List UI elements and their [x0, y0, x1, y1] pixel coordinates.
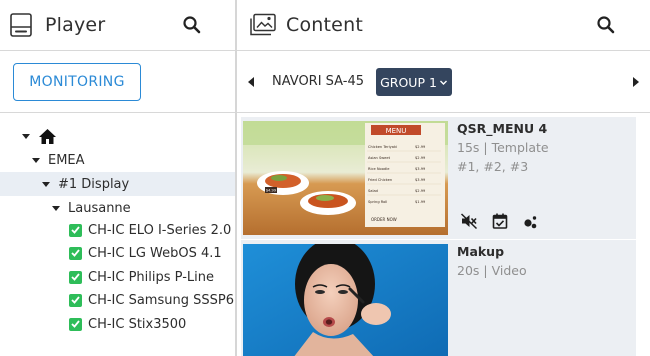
menu-thumbnail-art: MENU Chicken Teriyaki $2.99 Asian Sweet … [243, 121, 448, 235]
tree-label: Lausanne [68, 200, 131, 216]
tree-device[interactable]: CH-IC ELO I-Series 2.0 [0, 218, 235, 242]
content-thumbnail[interactable]: MENU Chicken Teriyaki $2.99 Asian Sweet … [243, 121, 448, 235]
device-label: CH-IC Philips P-Line [88, 269, 214, 285]
caret-down-icon[interactable] [52, 205, 60, 211]
content-card[interactable]: MENU Chicken Teriyaki $2.99 Asian Sweet … [241, 117, 636, 239]
content-tags: #1, #2, #3 [457, 159, 529, 174]
group-bar: NAVORI SA-45 GROUP 1 [237, 51, 650, 113]
mute-icon[interactable] [460, 212, 478, 230]
thumb-price: $1.99 [415, 200, 426, 204]
tree-label: EMEA [48, 152, 85, 168]
thumb-entry: Salad [368, 189, 378, 193]
tree-device[interactable]: CH-IC LG WebOS 4.1 [0, 241, 235, 265]
player-title: Player [45, 14, 106, 36]
check-icon [69, 317, 82, 331]
group-dropdown[interactable]: GROUP 1 [376, 68, 452, 96]
tree-device[interactable]: CH-IC Philips P-Line [0, 265, 235, 289]
thumb-menu-title: MENU [386, 127, 407, 135]
thumb-badge: $4.99 [266, 189, 277, 193]
content-name: QSR_MENU 4 [457, 121, 548, 136]
thumb-entry: Chicken Teriyaki [368, 145, 397, 149]
device-label: CH-IC Stix3500 [88, 316, 187, 332]
thumb-price: $2.99 [415, 145, 426, 149]
tree-node-display[interactable]: #1 Display [0, 172, 235, 196]
content-name: Makup [457, 244, 505, 259]
monitoring-bar: MONITORING [0, 51, 235, 113]
tree-label: #1 Display [58, 176, 130, 192]
thumb-price: $2.99 [415, 189, 426, 193]
check-icon [69, 246, 82, 260]
tree-node-city[interactable]: Lausanne [0, 196, 235, 220]
calendar-check-icon[interactable] [491, 212, 509, 230]
scroll-left-icon[interactable] [248, 77, 254, 87]
device-label: CH-IC Samsung SSSP6 [88, 292, 234, 308]
tree-device[interactable]: CH-IC Samsung SSSP6 [0, 288, 235, 312]
caret-down-icon[interactable] [42, 181, 50, 187]
search-icon[interactable] [182, 15, 202, 35]
chevron-down-icon [439, 80, 447, 85]
tree-node-region[interactable]: EMEA [0, 148, 235, 172]
player-name-tab[interactable]: NAVORI SA-45 [272, 74, 364, 89]
search-icon[interactable] [596, 15, 616, 35]
tree-root[interactable] [0, 124, 235, 148]
group-label: GROUP 1 [380, 74, 437, 90]
thumb-entry: Asian Sweet [368, 156, 391, 160]
caret-down-icon[interactable] [22, 133, 30, 139]
content-meta: 15s | Template [457, 140, 549, 155]
tree-device[interactable]: CH-IC Stix3500 [0, 312, 235, 336]
home-icon [39, 128, 56, 144]
check-icon [69, 223, 82, 237]
player-panel: Player MONITORING EMEA #1 Display Lausan… [0, 0, 235, 356]
image-gallery-icon [250, 13, 276, 36]
content-panel: Content NAVORI SA-45 GROUP 1 MENU Chicke… [237, 0, 650, 356]
content-meta: 20s | Video [457, 263, 527, 278]
player-header: Player [0, 0, 235, 51]
content-title: Content [286, 14, 363, 36]
caret-down-icon[interactable] [32, 157, 40, 163]
thumb-entry: Fried Chicken [368, 178, 392, 182]
thumb-entry: Spring Roll [368, 200, 387, 204]
thumb-entry: Rice Noodle [368, 167, 390, 171]
thumb-footer: ORDER NOW [371, 217, 397, 222]
device-label: CH-IC LG WebOS 4.1 [88, 245, 222, 261]
video-thumbnail-art [243, 244, 448, 356]
device-label: CH-IC ELO I-Series 2.0 [88, 222, 232, 238]
content-thumbnail[interactable] [243, 244, 448, 356]
thumb-price: $3.99 [415, 178, 426, 182]
content-header: Content [237, 0, 650, 51]
monitoring-button[interactable]: MONITORING [13, 63, 141, 101]
scroll-right-icon[interactable] [633, 77, 639, 87]
check-icon [69, 293, 82, 307]
thumb-price: $2.99 [415, 156, 426, 160]
player-device-icon [10, 13, 32, 37]
bubbles-icon[interactable] [522, 212, 540, 230]
thumb-price: $3.99 [415, 167, 426, 171]
check-icon [69, 270, 82, 284]
content-card[interactable]: Makup 20s | Video [241, 240, 636, 356]
